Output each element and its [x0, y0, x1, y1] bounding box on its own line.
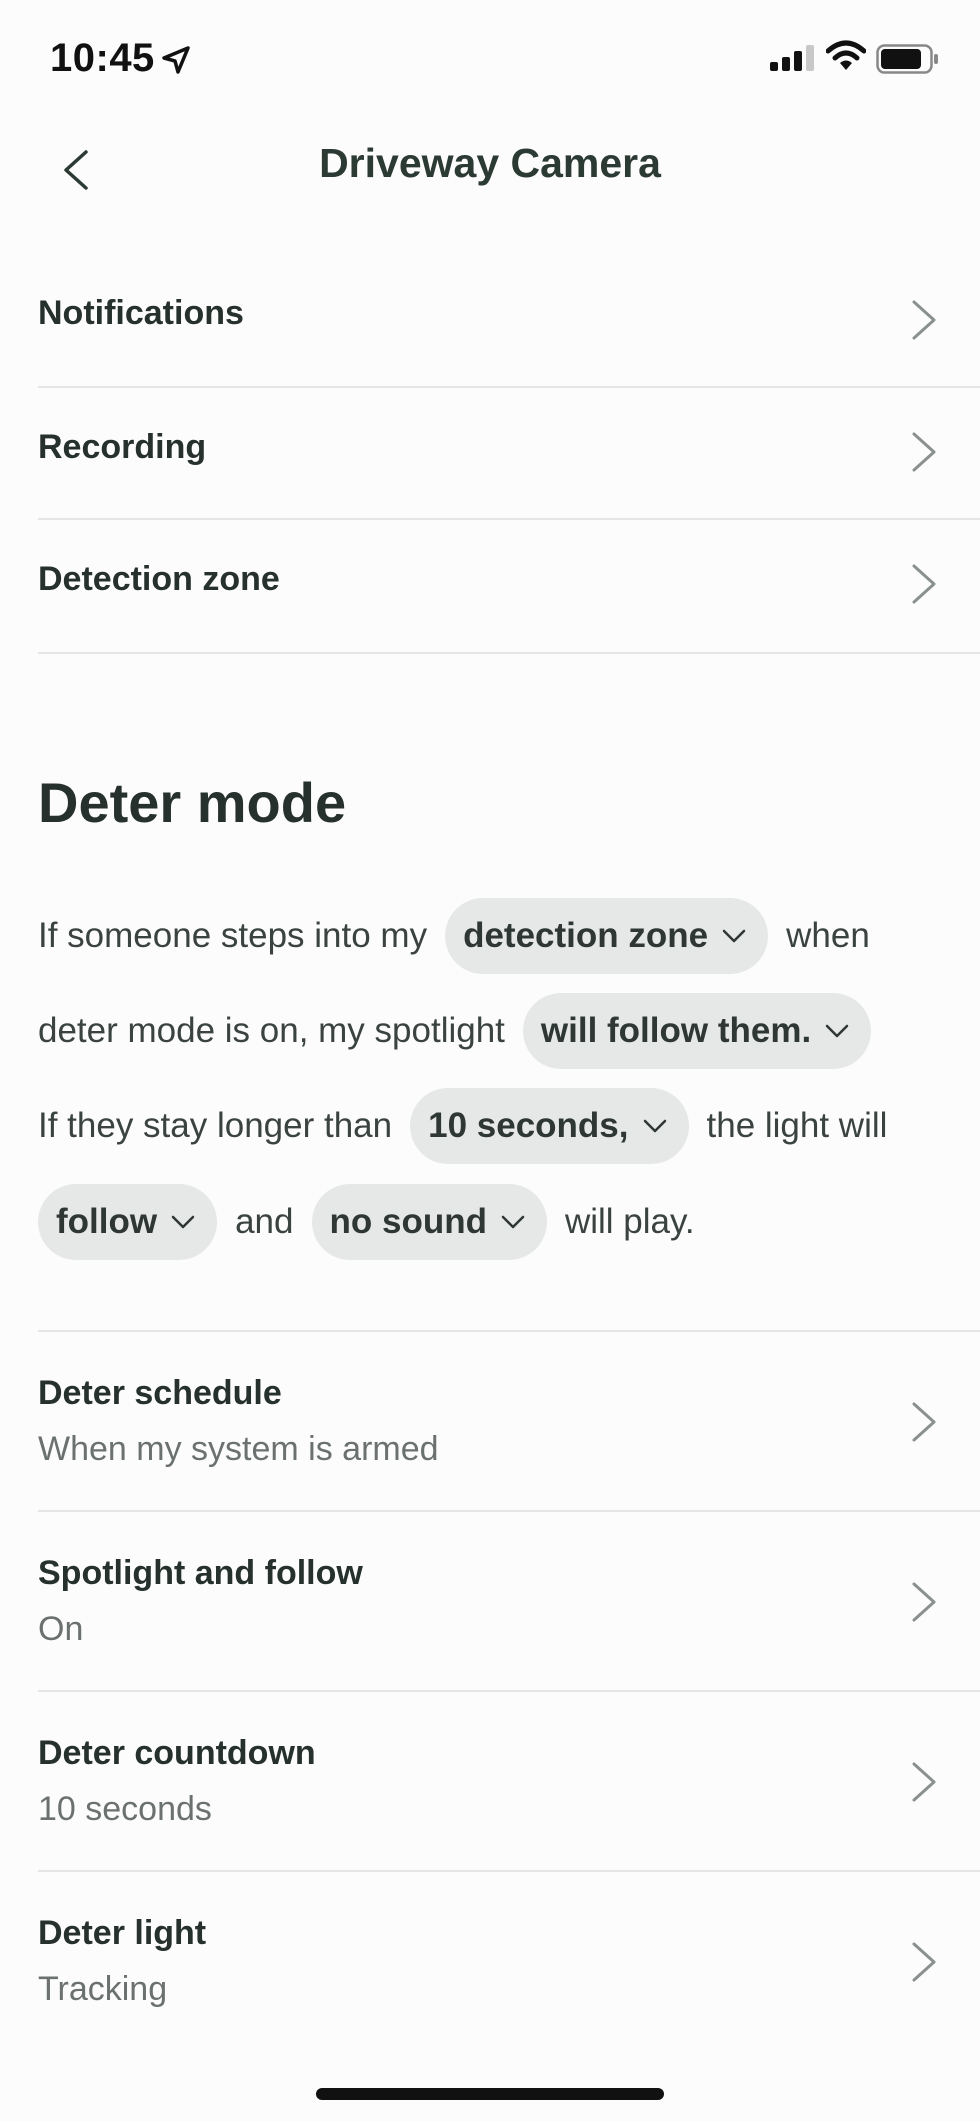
sentence-text: when [786, 916, 870, 955]
wifi-icon [826, 40, 866, 70]
battery-icon [876, 44, 938, 74]
dropdown-value: detection zone [463, 916, 709, 955]
menu-item-detection-zone[interactable]: Detection zone [38, 520, 980, 654]
menu-item-recording[interactable]: Recording [38, 388, 980, 520]
status-bar: 10:45 [0, 0, 980, 120]
sentence-text: and [235, 1202, 294, 1241]
chevron-right-icon [912, 1402, 936, 1442]
setting-spotlight-and-follow[interactable]: Spotlight and follow On [38, 1512, 980, 1692]
deter-sentence-line: deter mode is on, my spotlight will foll… [38, 993, 872, 1069]
chevron-down-icon [643, 1119, 666, 1133]
chevron-right-icon [912, 1762, 936, 1802]
chevron-down-icon [171, 1215, 195, 1229]
chevron-right-icon [912, 1942, 936, 1982]
dropdown-value: will follow them. [540, 1011, 812, 1050]
dropdown-value: 10 seconds, [428, 1106, 629, 1145]
menu-item-notifications[interactable]: Notifications [38, 252, 980, 388]
sentence-text: will play. [564, 1202, 695, 1241]
sound-dropdown[interactable]: no sound [311, 1184, 547, 1260]
setting-value: 10 seconds [38, 1790, 212, 1828]
nav-bar: Driveway Camera [0, 120, 980, 220]
setting-value: Tracking [38, 1970, 168, 2008]
status-time: 10:45 [50, 36, 155, 80]
deter-sentence-line: If they stay longer than 10 seconds, the… [38, 1088, 887, 1164]
setting-deter-countdown[interactable]: Deter countdown 10 seconds [38, 1692, 980, 1872]
chevron-down-icon [722, 929, 746, 943]
deter-sentence-line: If someone steps into my detection zone … [38, 898, 870, 974]
duration-dropdown[interactable]: 10 seconds, [410, 1088, 689, 1164]
deter-sentence-line: follow and no sound will play. [38, 1184, 695, 1260]
chevron-down-icon [825, 1024, 849, 1038]
setting-label: Deter schedule [38, 1374, 282, 1412]
detection-zone-dropdown[interactable]: detection zone [445, 898, 769, 974]
light-behavior-dropdown[interactable]: follow [38, 1184, 218, 1260]
menu-item-label: Recording [38, 428, 207, 466]
setting-deter-schedule[interactable]: Deter schedule When my system is armed [38, 1332, 980, 1512]
setting-label: Deter countdown [38, 1734, 316, 1772]
sentence-text: deter mode is on, my spotlight [38, 1011, 505, 1050]
spotlight-behavior-dropdown[interactable]: will follow them. [522, 993, 872, 1069]
menu-item-label: Detection zone [38, 560, 280, 598]
dropdown-value: no sound [329, 1202, 487, 1241]
setting-value: When my system is armed [38, 1430, 439, 1468]
chevron-right-icon [912, 432, 936, 472]
cellular-signal-icon [770, 45, 814, 71]
page-title: Driveway Camera [319, 140, 661, 186]
chevron-right-icon [912, 564, 936, 604]
setting-deter-light[interactable]: Deter light Tracking [38, 1872, 980, 2052]
setting-value: On [38, 1610, 84, 1648]
location-arrow-icon [162, 46, 190, 74]
chevron-right-icon [912, 300, 936, 340]
sentence-text: If they stay longer than [38, 1106, 393, 1145]
menu-item-label: Notifications [38, 294, 244, 332]
sentence-text: the light will [706, 1106, 888, 1145]
dropdown-value: follow [56, 1202, 158, 1241]
chevron-down-icon [501, 1215, 525, 1229]
section-title-deter-mode: Deter mode [38, 771, 347, 834]
setting-label: Spotlight and follow [38, 1554, 363, 1592]
home-indicator[interactable] [316, 2088, 664, 2100]
setting-label: Deter light [38, 1914, 207, 1952]
sentence-text: If someone steps into my [38, 916, 428, 955]
chevron-right-icon [912, 1582, 936, 1622]
